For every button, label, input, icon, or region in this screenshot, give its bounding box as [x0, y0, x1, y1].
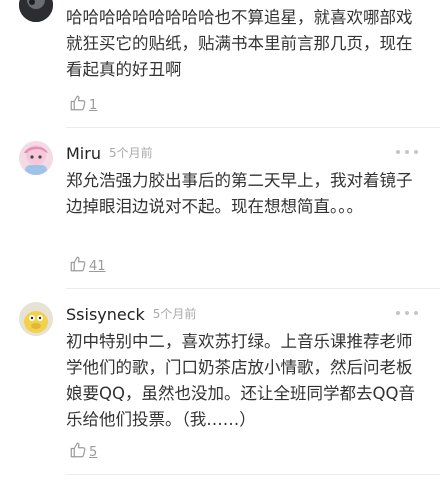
- avatar[interactable]: [19, 141, 53, 175]
- like-button[interactable]: 1: [69, 92, 97, 112]
- timestamp: 5个月前: [108, 146, 153, 160]
- comment-text: 郑允浩强力胶出事后的第二天早上，我对着镜子边掉眼泪边说对不起。现在想想简直。。。: [66, 171, 413, 216]
- like-count: 5: [89, 445, 98, 460]
- comment-text: 哈哈哈哈哈哈哈哈哈也不算追星，就喜欢哪部戏就狂买它的贴纸，贴满书本里前言那几页，…: [66, 8, 413, 79]
- like-button[interactable]: 41: [69, 253, 106, 273]
- divider: [66, 474, 440, 475]
- like-count: 1: [89, 98, 98, 113]
- username[interactable]: Ssisyneck: [66, 305, 145, 324]
- comment-text: 初中特别中二，喜欢苏打绿。上音乐课推荐老师学他们的歌，门口奶茶店放小情歌，然后问…: [66, 332, 415, 429]
- divider: [66, 127, 440, 128]
- comment-header: Miru 5个月前: [66, 144, 153, 163]
- more-icon[interactable]: [396, 310, 418, 316]
- like-button[interactable]: 5: [69, 439, 97, 459]
- thumbs-up-icon: [70, 256, 86, 272]
- avatar[interactable]: [19, 302, 53, 336]
- like-count: 41: [89, 259, 106, 274]
- thumbs-up-icon: [70, 95, 86, 111]
- avatar[interactable]: [19, 0, 53, 22]
- username[interactable]: Miru: [66, 144, 101, 163]
- timestamp: 5个月前: [152, 307, 197, 321]
- more-icon[interactable]: [396, 149, 418, 155]
- thumbs-up-icon: [70, 442, 86, 458]
- comment-header: Ssisyneck 5个月前: [66, 305, 196, 324]
- divider: [66, 288, 440, 289]
